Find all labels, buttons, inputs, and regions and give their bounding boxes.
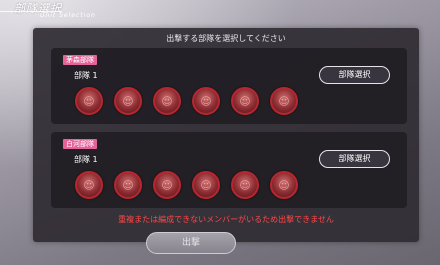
member-portrait[interactable]: ☺ [270, 171, 298, 199]
member-portrait[interactable]: ☺ [114, 87, 142, 115]
unit-number-label: 部隊 1 [74, 71, 98, 80]
member-portrait[interactable]: ☺ [153, 87, 181, 115]
squad-name-tag: 茅森部隊 [63, 55, 97, 65]
sortie-warning-text: 重複または編成できないメンバーがいるため出撃できません [118, 215, 334, 224]
member-portrait[interactable]: ☺ [75, 87, 103, 115]
squad-card-1: 茅森部隊 部隊 1 部隊選択 ☺ ☺ ☺ ☺ ☺ ☺ [51, 48, 407, 124]
member-portrait[interactable]: ☺ [114, 171, 142, 199]
sortie-button[interactable]: 出撃 [146, 232, 236, 254]
unit-select-button[interactable]: 部隊選択 [319, 150, 390, 168]
unit-selection-panel: 出撃する部隊を選択してください 茅森部隊 部隊 1 部隊選択 ☺ ☺ ☺ ☺ ☺… [33, 28, 419, 242]
squad-name-tag: 白河部隊 [63, 139, 97, 149]
selection-prompt: 出撃する部隊を選択してください [166, 34, 286, 43]
member-portrait[interactable]: ☺ [192, 87, 220, 115]
unit-select-button[interactable]: 部隊選択 [319, 66, 390, 84]
member-portrait[interactable]: ☺ [270, 87, 298, 115]
member-portrait[interactable]: ☺ [231, 171, 259, 199]
unit-number-label: 部隊 1 [74, 155, 98, 164]
member-portrait[interactable]: ☺ [192, 171, 220, 199]
member-portrait[interactable]: ☺ [153, 171, 181, 199]
member-portrait[interactable]: ☺ [75, 171, 103, 199]
member-portrait[interactable]: ☺ [231, 87, 259, 115]
squad-card-2: 白河部隊 部隊 1 部隊選択 ☺ ☺ ☺ ☺ ☺ ☺ [51, 132, 407, 208]
screen-subtitle: Unit Selection [40, 12, 96, 19]
screen-header: 部隊選択 Unit Selection [0, 0, 110, 22]
